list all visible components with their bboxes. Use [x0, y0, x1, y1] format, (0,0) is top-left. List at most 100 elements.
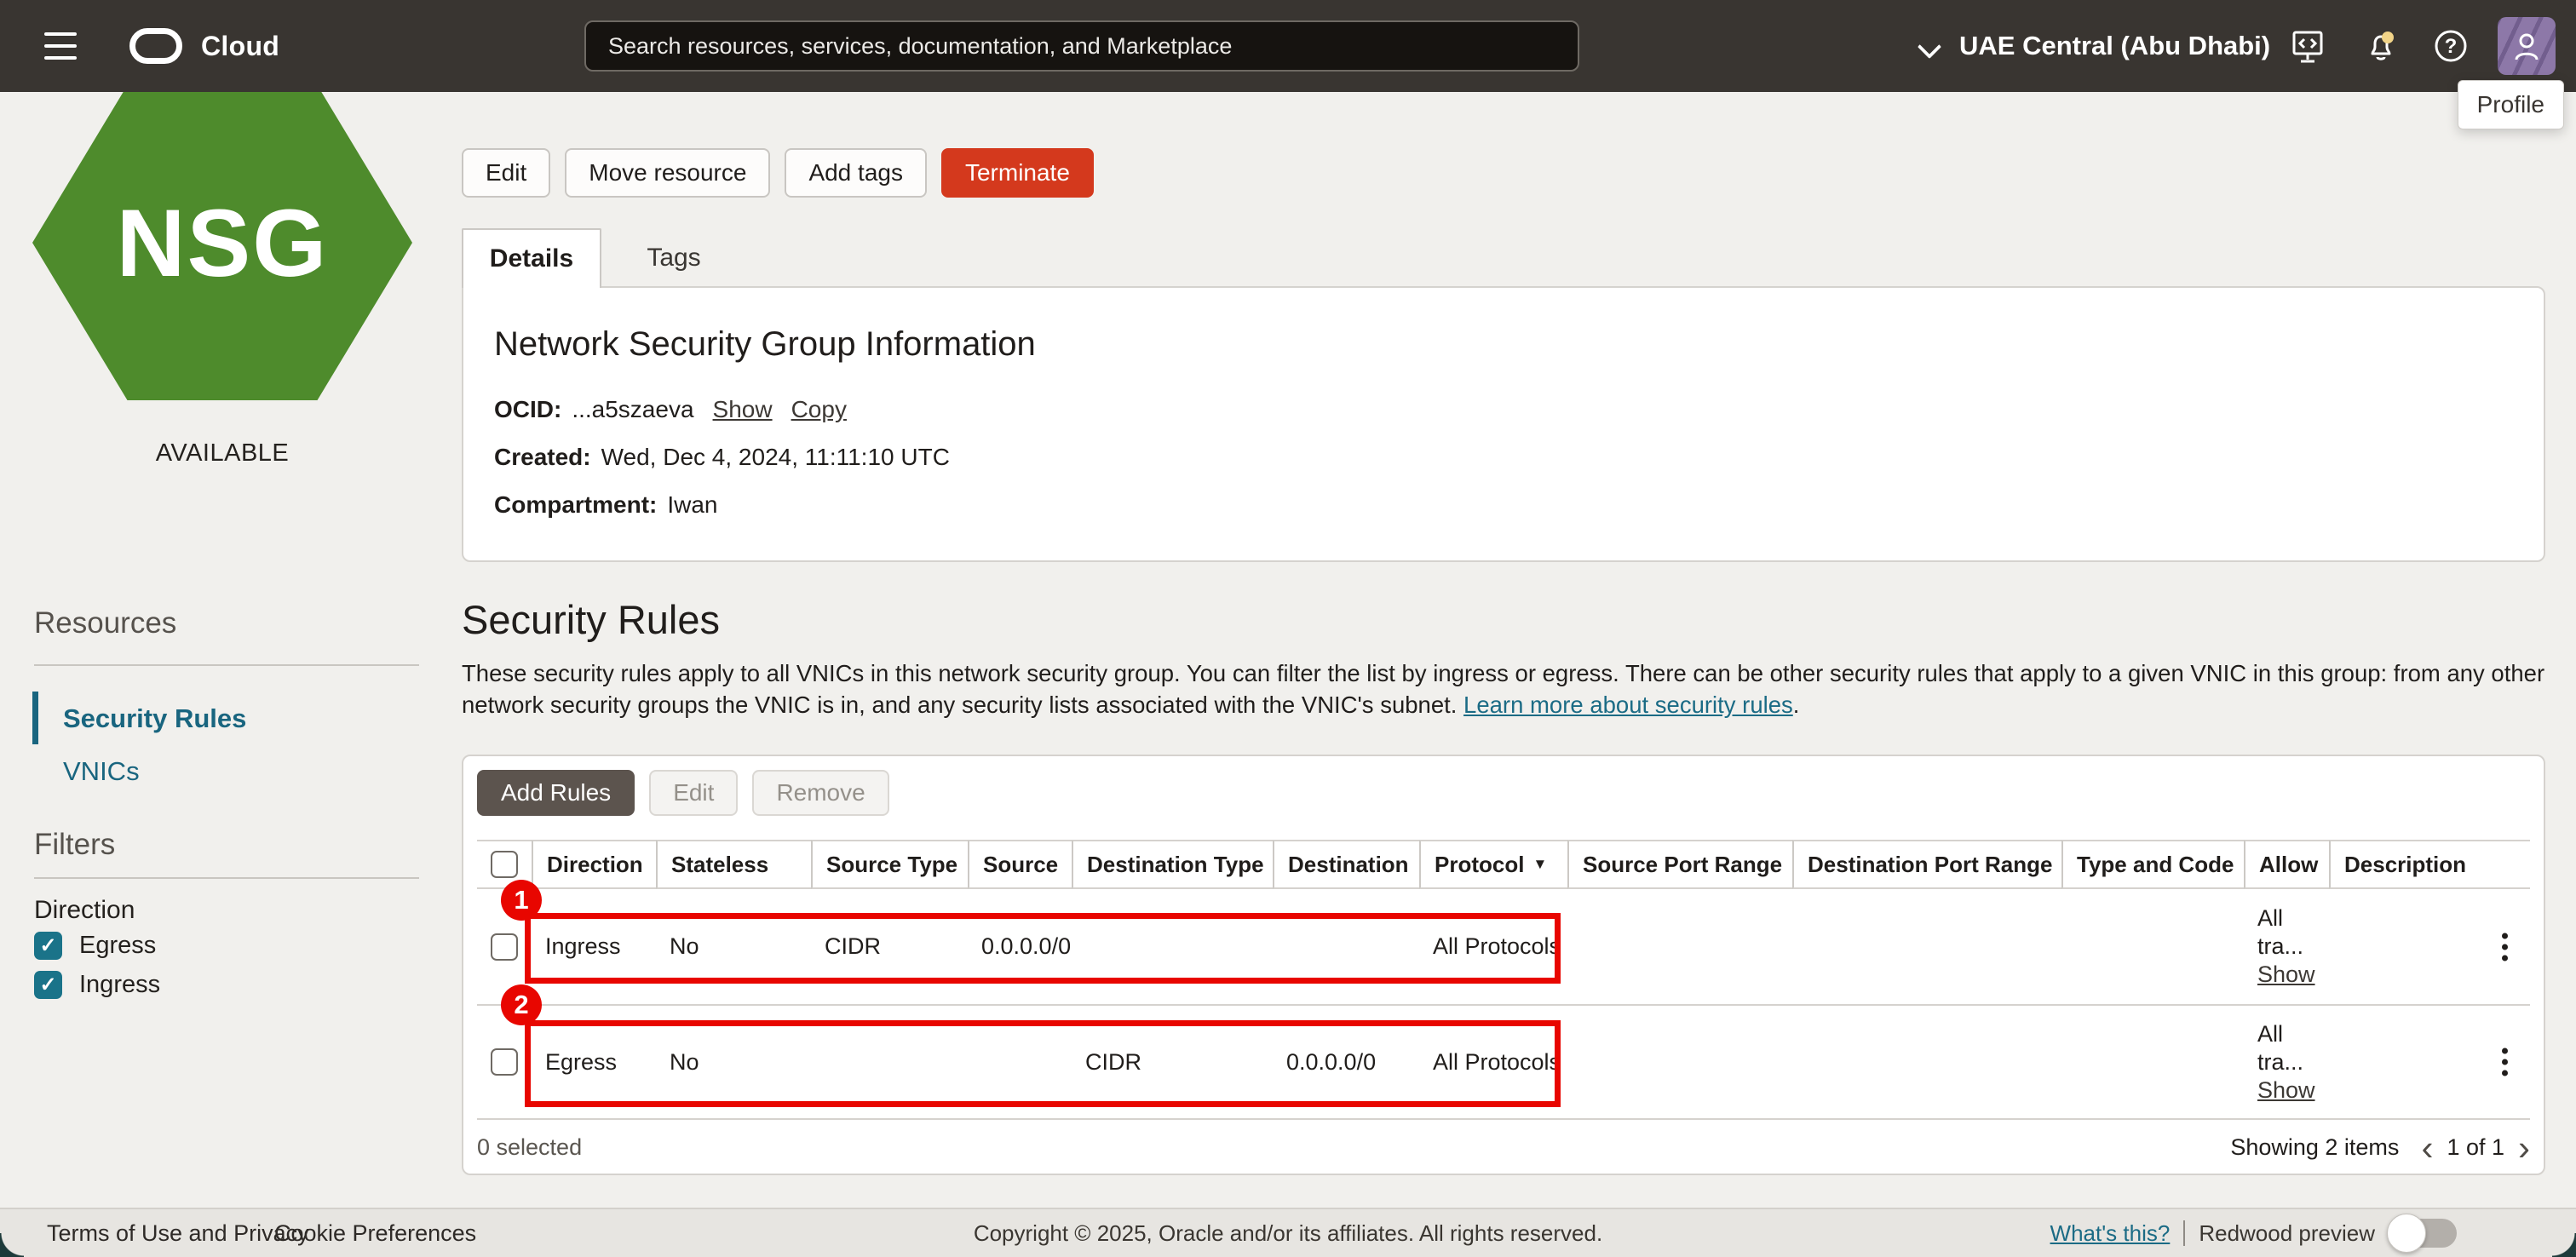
ocid-show-link[interactable]: Show	[713, 396, 773, 423]
col-source-type[interactable]: Source Type	[811, 840, 968, 889]
panel-title: Network Security Group Information	[494, 325, 1036, 363]
resources-heading: Resources	[34, 606, 177, 640]
cell-description	[2329, 889, 2530, 1006]
col-source[interactable]: Source	[968, 840, 1072, 889]
redwood-preview-label: Redwood preview	[2199, 1220, 2375, 1246]
cell-allow: All tra... Show	[2244, 889, 2329, 1006]
cell-type-and-code	[2061, 1006, 2244, 1120]
window-corner	[0, 1233, 24, 1257]
row-checkbox[interactable]	[491, 933, 518, 961]
details-panel: Network Security Group Information OCID:…	[462, 286, 2545, 562]
edit-button[interactable]: Edit	[462, 148, 551, 198]
egress-checkbox-row[interactable]: ✓ Egress	[34, 932, 156, 960]
selected-count: 0 selected	[477, 1134, 583, 1160]
page-prev-icon[interactable]: ‹	[2421, 1130, 2433, 1166]
divider	[34, 877, 419, 879]
divider	[34, 664, 419, 666]
row-checkbox[interactable]	[491, 1048, 518, 1076]
ingress-checkbox-row[interactable]: ✓ Ingress	[34, 971, 160, 999]
status-badge: AVAILABLE	[155, 439, 290, 467]
security-rules-heading: Security Rules	[462, 597, 720, 642]
hamburger-menu-icon[interactable]	[44, 32, 77, 60]
page-next-icon[interactable]: ›	[2518, 1130, 2530, 1166]
remove-rules-button[interactable]: Remove	[752, 770, 889, 816]
profile-avatar[interactable]	[2498, 17, 2556, 75]
row-actions-kebab-icon[interactable]	[2502, 933, 2508, 961]
sidebar-item-security-rules[interactable]: Security Rules	[63, 703, 246, 734]
direction-filter-label: Direction	[34, 896, 135, 924]
cell-type-and-code	[2061, 889, 2244, 1006]
region-label: UAE Central (Abu Dhabi)	[1959, 31, 2271, 60]
select-all-checkbox[interactable]	[491, 851, 518, 878]
table-footer: 0 selected Showing 2 items ‹ 1 of 1 ›	[477, 1120, 2530, 1175]
col-source-port-range[interactable]: Source Port Range	[1567, 840, 1792, 889]
cell-allow: All tra... Show	[2244, 1006, 2329, 1120]
help-icon[interactable]: ?	[2430, 26, 2471, 66]
nsg-icon-label: NSG	[116, 189, 329, 296]
col-type-and-code[interactable]: Type and Code	[2061, 840, 2244, 889]
pagination: ‹ 1 of 1 ›	[2421, 1130, 2530, 1166]
ocid-label: OCID:	[494, 396, 562, 422]
top-navigation-bar: Cloud UAE Central (Abu Dhabi) ?	[0, 0, 2576, 92]
cell-destination-port-range	[1792, 889, 2061, 1006]
col-stateless[interactable]: Stateless	[656, 840, 811, 889]
active-item-indicator	[32, 692, 38, 744]
svg-text:?: ?	[2445, 35, 2458, 58]
oracle-logo-icon[interactable]	[129, 28, 182, 64]
oci-console-page: Cloud UAE Central (Abu Dhabi) ?	[0, 0, 2576, 1257]
resource-actions: Edit Move resource Add tags Terminate	[462, 148, 1094, 198]
sidebar-item-vnics[interactable]: VNICs	[63, 756, 140, 787]
tab-details[interactable]: Details	[462, 228, 601, 288]
page-indicator: 1 of 1	[2447, 1134, 2504, 1160]
checkbox-checked-icon[interactable]: ✓	[34, 932, 62, 960]
ocid-row: OCID: ...a5szaeva Show Copy	[494, 396, 2513, 423]
annotation-box-1	[525, 913, 1561, 984]
annotation-circle-1: 1	[501, 880, 542, 921]
allow-show-link[interactable]: Show	[2257, 1076, 2329, 1105]
ocid-copy-link[interactable]: Copy	[791, 396, 847, 423]
checkbox-checked-icon[interactable]: ✓	[34, 971, 62, 999]
created-value: Wed, Dec 4, 2024, 11:11:10 UTC	[601, 444, 950, 470]
security-rules-description: These security rules apply to all VNICs …	[462, 660, 2545, 718]
toggle-knob	[2387, 1214, 2426, 1253]
compartment-row: Compartment: Iwan	[494, 491, 2513, 519]
allow-show-link[interactable]: Show	[2257, 961, 2329, 989]
chevron-down-icon	[1918, 35, 1941, 57]
notifications-bell-icon[interactable]	[2360, 26, 2401, 66]
annotation-box-2	[525, 1020, 1561, 1107]
annotation-circle-2: 2	[501, 984, 542, 1025]
add-tags-button[interactable]: Add tags	[785, 148, 927, 198]
col-destination-type[interactable]: Destination Type	[1072, 840, 1273, 889]
cell-description	[2329, 1006, 2530, 1120]
compartment-value: Iwan	[667, 491, 718, 518]
add-rules-button[interactable]: Add Rules	[477, 770, 635, 816]
profile-tooltip: Profile	[2457, 80, 2564, 129]
window-corner	[2552, 1233, 2576, 1257]
region-selector[interactable]: UAE Central (Abu Dhabi)	[1918, 0, 2270, 92]
nsg-hexagon-icon: NSG	[32, 85, 412, 400]
col-direction[interactable]: Direction	[532, 840, 656, 889]
whats-this-link[interactable]: What's this?	[2050, 1220, 2171, 1247]
col-allow[interactable]: Allow	[2244, 840, 2329, 889]
move-resource-button[interactable]: Move resource	[565, 148, 771, 198]
terminate-button[interactable]: Terminate	[940, 148, 1094, 198]
sort-desc-icon: ▼	[1532, 856, 1548, 872]
cell-source-port-range	[1567, 1006, 1792, 1120]
redwood-preview-toggle[interactable]	[2387, 1214, 2457, 1253]
col-destination[interactable]: Destination	[1273, 840, 1419, 889]
col-destination-port-range[interactable]: Destination Port Range	[1792, 840, 2061, 889]
divider	[2183, 1220, 2186, 1246]
edit-rules-button[interactable]: Edit	[649, 770, 739, 816]
learn-more-link[interactable]: Learn more about security rules	[1463, 692, 1793, 718]
brand-title[interactable]: Cloud	[201, 31, 279, 62]
cloud-shell-icon[interactable]	[2287, 26, 2328, 66]
table-toolbar: Add Rules Edit Remove	[477, 770, 2530, 816]
footer-bar: Terms of Use and Privacy Cookie Preferen…	[0, 1208, 2576, 1257]
row-actions-kebab-icon[interactable]	[2502, 1048, 2508, 1076]
col-description[interactable]: Description	[2329, 840, 2530, 889]
search-input[interactable]	[584, 20, 1579, 72]
col-protocol[interactable]: Protocol ▼	[1419, 840, 1567, 889]
ocid-value: ...a5szaeva	[572, 396, 694, 422]
tab-tags[interactable]: Tags	[601, 228, 746, 288]
person-icon	[2515, 33, 2539, 60]
